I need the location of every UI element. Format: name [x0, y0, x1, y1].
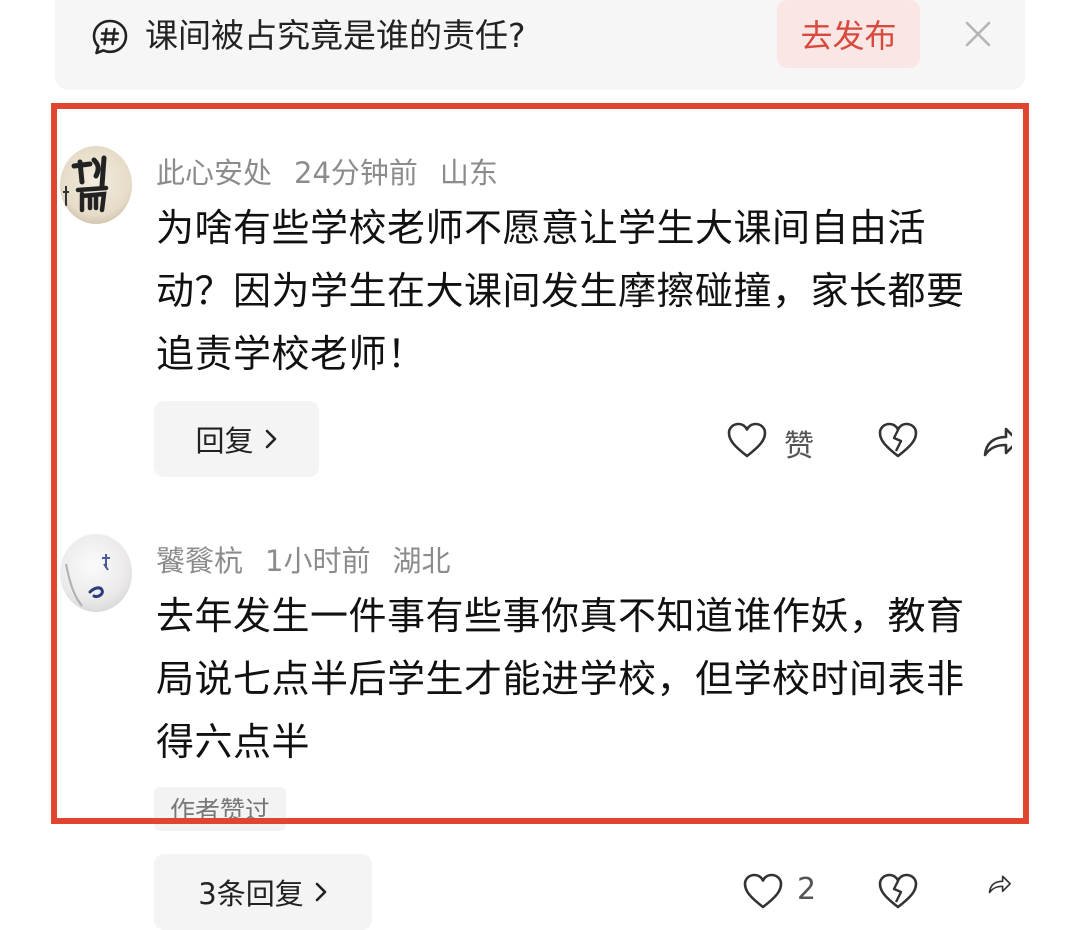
- author-liked-badge: 作者赞过: [154, 787, 286, 831]
- avatar-vase-image: [65, 554, 110, 607]
- comment-meta: 此心安处 24分钟前 山东: [156, 150, 520, 192]
- reply-label: 回复: [195, 424, 254, 458]
- share-icon[interactable]: [982, 419, 1012, 459]
- broken-heart-icon[interactable]: [877, 421, 919, 459]
- username[interactable]: 此心安处: [156, 156, 272, 190]
- location: 山东: [439, 156, 498, 190]
- topic-bar: 课间被占究竟是谁的责任? 去发布: [55, 0, 1025, 90]
- like-count: 2: [797, 872, 817, 907]
- heart-icon[interactable]: [726, 421, 768, 459]
- chevron-right-icon: [265, 429, 276, 449]
- like-label[interactable]: 赞: [784, 421, 814, 465]
- timestamp: 24分钟前: [294, 156, 418, 190]
- comment-text: 为啥有些学校老师不愿意让学生大课间自由活动？因为学生在大课间发生摩擦碰撞，家长都…: [156, 206, 965, 376]
- avatar-calligraphy-image: [63, 155, 109, 213]
- comment-meta: 饕餮杭 1小时前 湖北: [156, 538, 472, 580]
- location: 湖北: [392, 544, 451, 578]
- topic-hash-icon: [92, 19, 128, 55]
- avatar[interactable]: [60, 534, 132, 612]
- topic-title[interactable]: 课间被占究竟是谁的责任?: [145, 14, 526, 58]
- comment-text: 去年发生一件事有些事你真不知道谁作妖，教育局说七点半后学生才能进学校，但学校时间…: [156, 594, 965, 764]
- share-icon[interactable]: [982, 870, 1012, 895]
- publish-button[interactable]: 去发布: [777, 0, 920, 68]
- avatar[interactable]: [60, 146, 132, 224]
- chevron-right-icon: [315, 882, 327, 902]
- close-icon[interactable]: [962, 18, 994, 50]
- username[interactable]: 饕餮杭: [156, 544, 243, 578]
- timestamp: 1小时前: [265, 544, 371, 578]
- replies-button[interactable]: 3条回复: [154, 854, 372, 930]
- heart-icon[interactable]: [742, 872, 784, 910]
- replies-label: 3条回复: [198, 877, 304, 911]
- broken-heart-icon[interactable]: [877, 872, 919, 910]
- reply-button[interactable]: 回复: [154, 401, 319, 477]
